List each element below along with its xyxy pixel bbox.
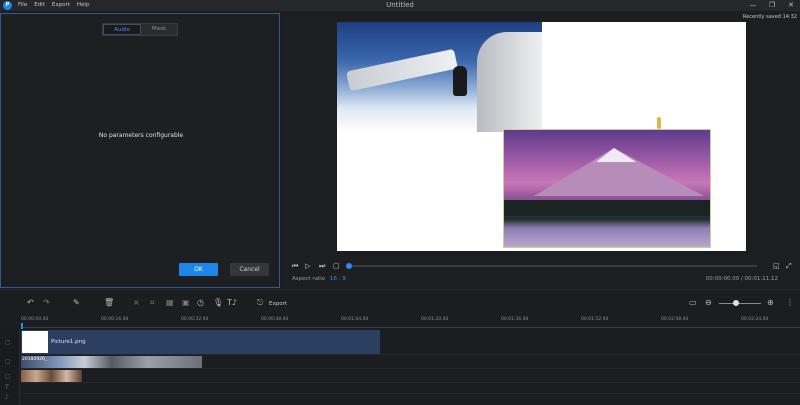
audio-track-icon: ♪ [5, 394, 9, 401]
params-panel: Audio Mask No parameters configurable OK… [0, 13, 280, 288]
redo-icon[interactable]: ↷ [43, 298, 50, 308]
skydiver [453, 66, 467, 96]
ruler-label: 00:02:08.00 [661, 317, 689, 322]
timecode: 00:00:00.00 / 00:01:11.12 [705, 276, 778, 282]
ruler-label: 00:02:24.00 [741, 317, 769, 322]
aspect-ratio: Aspect ratio 16 : 9 [292, 276, 346, 282]
ruler-label: 00:00:48.00 [261, 317, 289, 322]
track-row [21, 383, 800, 394]
aspect-value[interactable]: 16 : 9 [330, 276, 346, 282]
rotate-handle[interactable] [657, 117, 661, 129]
step-forward-icon[interactable]: ⏭ [319, 260, 325, 272]
ruler-label: 00:01:20.00 [421, 317, 449, 322]
timeline-ruler[interactable]: 00:00:00.00 00:00:16.00 00:00:32.00 00:0… [21, 316, 800, 328]
recently-saved-note: Recently saved 14:32 [742, 14, 797, 20]
video-track-icon: ▢ [5, 358, 11, 365]
plane-body [477, 32, 542, 132]
menu-file[interactable]: File [18, 2, 27, 8]
play-icon[interactable]: ▷ [305, 260, 310, 272]
split-icon[interactable]: ⨯ [133, 298, 140, 308]
mic-icon[interactable]: 🎙 [213, 298, 223, 308]
window-title: Untitled [386, 1, 414, 9]
minimize-icon[interactable]: — [748, 0, 758, 11]
fit-icon[interactable]: ▭ [689, 298, 697, 308]
text-track-icon: T [5, 384, 9, 391]
aspect-label: Aspect ratio [292, 276, 326, 282]
menu-more-icon[interactable]: ⋮ [786, 298, 794, 308]
zoom-handle[interactable] [733, 300, 739, 306]
menu-edit[interactable]: Edit [34, 2, 45, 8]
stop-icon[interactable]: ▢ [333, 260, 340, 272]
ruler-label: 00:01:04.00 [341, 317, 369, 322]
photo-clip[interactable] [21, 370, 82, 382]
video-clip-label: 20180926_ [22, 357, 48, 362]
preview-canvas[interactable] [337, 22, 746, 251]
seek-handle[interactable] [346, 263, 352, 269]
seek-bar[interactable] [349, 265, 757, 267]
freeze-icon[interactable]: ▣ [182, 298, 190, 308]
tab-audio[interactable]: Audio [103, 24, 141, 35]
playback-controls: ⏮ ▷ ⏭ ▢ ◱ ⤢ [283, 260, 800, 272]
image-track-icon: ▢ [5, 339, 11, 346]
preview-image-skydiver[interactable] [337, 22, 542, 133]
timeline-toolbar: ↶ ↷ ✎ 🗑 ⨯ ⌗ ▦ ▣ ◷ 🎙 T♪ ⎋ Export ▭ ⊖ ⊕ ⋮ [0, 294, 800, 312]
pen-icon[interactable]: ✎ [73, 298, 80, 308]
ruler-label: 00:01:52.00 [581, 317, 609, 322]
step-back-icon[interactable]: ⏮ [292, 260, 298, 272]
fullscreen-icon[interactable]: ⤢ [786, 260, 792, 272]
trash-icon[interactable]: 🗑 [104, 298, 114, 308]
timer-icon[interactable]: ◷ [197, 298, 204, 308]
preview-area: Recently saved 14:32 ⏮ ▷ ⏭ ▢ ◱ ⤢ Aspect … [283, 12, 800, 288]
undo-icon[interactable]: ↶ [27, 298, 34, 308]
close-icon[interactable]: ✕ [786, 0, 796, 11]
maximize-icon[interactable]: ❐ [767, 0, 777, 11]
divider [0, 289, 800, 290]
menu-bar: File Edit Export Help [18, 2, 89, 8]
export-button[interactable]: Export [269, 301, 287, 307]
image-clip-label: Picture1.png [51, 339, 86, 345]
ruler-label: 00:00:16.00 [101, 317, 129, 322]
export-icon[interactable]: ⎋ [257, 298, 263, 308]
plane-wing [346, 48, 458, 92]
zoom-slider[interactable] [719, 303, 761, 304]
title-bar: P File Edit Export Help Untitled — ❐ ✕ [0, 0, 800, 11]
tree-line [504, 200, 710, 216]
tab-mask[interactable]: Mask [141, 24, 177, 35]
ruler-label: 00:00:32.00 [181, 317, 209, 322]
ruler-label: 00:00:00.00 [21, 317, 49, 322]
ruler-label: 00:01:36.00 [501, 317, 529, 322]
menu-export[interactable]: Export [52, 2, 70, 8]
crop-icon[interactable]: ⌗ [150, 298, 155, 308]
image-clip[interactable]: Picture1.png [21, 330, 380, 354]
ok-button[interactable]: OK [179, 263, 218, 276]
overlay-track-icon: ▢ [5, 373, 11, 380]
zoom-out-icon[interactable]: ⊖ [705, 298, 712, 308]
cancel-button[interactable]: Cancel [230, 263, 269, 276]
app-logo-icon: P [3, 1, 12, 10]
preview-image-mountain[interactable] [503, 129, 711, 248]
window-controls: — ❐ ✕ [748, 0, 796, 11]
clip-thumbnail [22, 331, 48, 353]
params-tabs: Audio Mask [102, 23, 178, 36]
video-clip[interactable]: 20180926_ [21, 356, 202, 368]
track-row [21, 369, 800, 383]
screenshot-icon[interactable]: ◱ [773, 260, 780, 272]
menu-help[interactable]: Help [77, 2, 90, 8]
mosaic-icon[interactable]: ▦ [166, 298, 174, 308]
text-to-speech-icon[interactable]: T♪ [227, 298, 237, 308]
track-headers: ▢ ▢ ▢ T ♪ [0, 329, 20, 405]
mountain-snow [596, 148, 636, 162]
no-params-message: No parameters configurable [98, 132, 184, 139]
zoom-in-icon[interactable]: ⊕ [767, 298, 774, 308]
